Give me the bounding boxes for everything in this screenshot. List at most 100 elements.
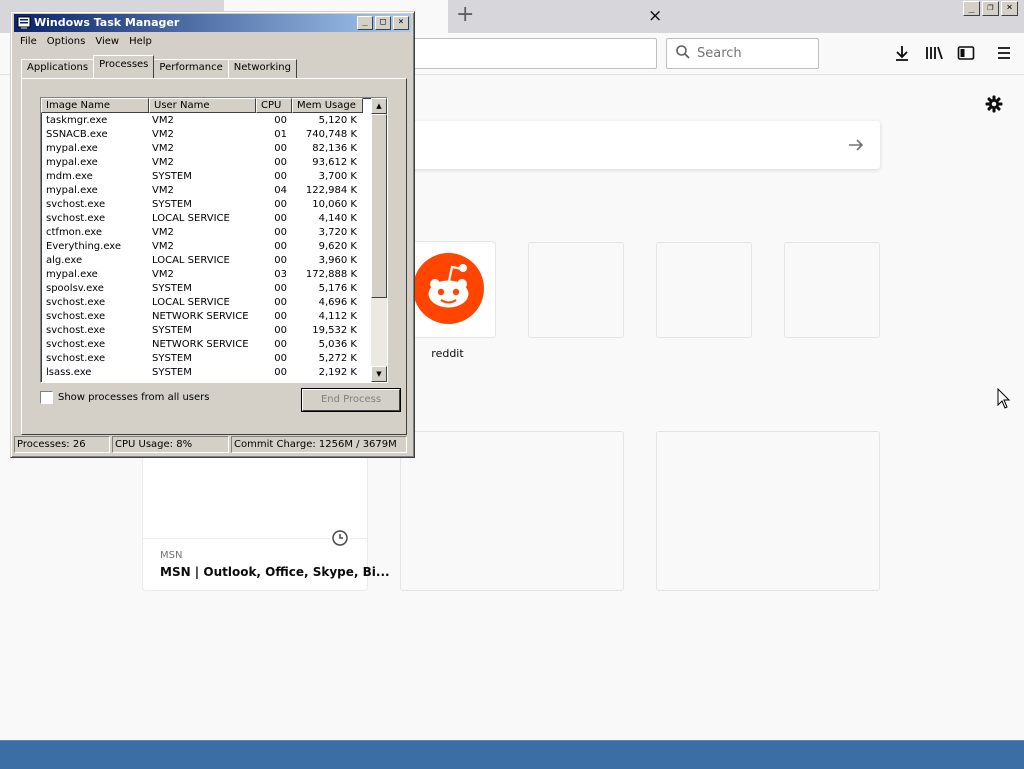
- table-row[interactable]: mypal.exe VM2 00 93,612 K: [41, 156, 363, 170]
- menu-file[interactable]: File: [15, 34, 42, 52]
- cell-cpu: 00: [274, 199, 287, 210]
- download-icon[interactable]: [892, 43, 912, 63]
- cell-mem-usage: 3,700 K: [318, 171, 357, 182]
- menu-options[interactable]: Options: [42, 34, 91, 52]
- tm-maximize-button[interactable]: □: [375, 16, 391, 30]
- table-row[interactable]: alg.exe LOCAL SERVICE 00 3,960 K: [41, 254, 363, 268]
- clock-icon: [330, 528, 350, 548]
- table-row[interactable]: mdm.exe SYSTEM 00 3,700 K: [41, 170, 363, 184]
- column-header-user-name[interactable]: User Name: [149, 98, 256, 113]
- table-row[interactable]: Everything.exe VM2 00 9,620 K: [41, 240, 363, 254]
- browser-window-controls: _ ❐ ×: [963, 1, 1018, 16]
- cell-user-name: SYSTEM: [152, 367, 192, 378]
- cell-cpu: 00: [274, 171, 287, 182]
- scrollbar-thumb[interactable]: [371, 114, 387, 298]
- table-row[interactable]: svchost.exe SYSTEM 00 19,532 K: [41, 324, 363, 338]
- cell-cpu: 04: [274, 185, 287, 196]
- cell-cpu: 00: [274, 353, 287, 364]
- cell-image-name: spoolsv.exe: [46, 283, 104, 294]
- cell-image-name: svchost.exe: [46, 311, 106, 322]
- library-icon[interactable]: [924, 43, 944, 63]
- new-tab-button[interactable]: +: [456, 4, 474, 26]
- newtab-search-box[interactable]: [380, 121, 880, 169]
- highlight-card-empty: [656, 431, 880, 591]
- tm-close-button[interactable]: ×: [393, 16, 409, 30]
- cell-mem-usage: 122,984 K: [305, 185, 357, 196]
- show-all-processes-option[interactable]: Show processes from all users: [40, 391, 209, 404]
- tab-performance[interactable]: Performance: [153, 59, 229, 78]
- cell-user-name: SYSTEM: [152, 353, 192, 364]
- cell-cpu: 00: [274, 115, 287, 126]
- cell-cpu: 01: [274, 129, 287, 140]
- window-title: Windows Task Manager: [34, 16, 180, 29]
- sidebar-icon[interactable]: [956, 43, 976, 63]
- table-row[interactable]: SSNACB.exe VM2 01 740,748 K: [41, 128, 363, 142]
- end-process-button[interactable]: End Process: [302, 389, 400, 411]
- tab-networking[interactable]: Networking: [227, 59, 297, 78]
- cell-image-name: mypal.exe: [46, 185, 98, 196]
- task-manager-titlebar[interactable]: Windows Task Manager _ □ ×: [14, 14, 411, 32]
- cell-image-name: Everything.exe: [46, 241, 122, 252]
- table-row[interactable]: svchost.exe SYSTEM 00 5,272 K: [41, 352, 363, 366]
- minimize-button[interactable]: _: [963, 1, 980, 16]
- table-row[interactable]: taskmgr.exe VM2 00 5,120 K: [41, 114, 363, 128]
- cell-user-name: VM2: [152, 115, 174, 126]
- table-row[interactable]: mypal.exe VM2 03 172,888 K: [41, 268, 363, 282]
- table-row[interactable]: lsass.exe SYSTEM 00 2,192 K: [41, 366, 363, 380]
- show-all-processes-checkbox[interactable]: [40, 391, 53, 404]
- cell-user-name: LOCAL SERVICE: [152, 213, 230, 224]
- table-row[interactable]: spoolsv.exe SYSTEM 00 5,176 K: [41, 282, 363, 296]
- restore-button[interactable]: ❐: [982, 1, 999, 16]
- cell-image-name: svchost.exe: [46, 199, 106, 210]
- table-row[interactable]: svchost.exe LOCAL SERVICE 00 4,140 K: [41, 212, 363, 226]
- column-header-cpu[interactable]: CPU: [256, 98, 292, 113]
- cell-image-name: mypal.exe: [46, 269, 98, 280]
- table-row[interactable]: ctfmon.exe VM2 00 3,720 K: [41, 226, 363, 240]
- tab-applications[interactable]: Applications: [21, 59, 95, 78]
- task-manager-window-controls: _ □ ×: [357, 16, 409, 30]
- table-row[interactable]: svchost.exe NETWORK SERVICE 00 5,036 K: [41, 338, 363, 352]
- url-bar[interactable]: [410, 38, 657, 69]
- table-row[interactable]: mypal.exe VM2 00 82,136 K: [41, 142, 363, 156]
- table-row[interactable]: svchost.exe NETWORK SERVICE 00 4,112 K: [41, 310, 363, 324]
- table-row[interactable]: svchost.exe SYSTEM 00 10,060 K: [41, 198, 363, 212]
- table-row[interactable]: svchost.exe LOCAL SERVICE 00 4,696 K: [41, 296, 363, 310]
- cell-user-name: NETWORK SERVICE: [152, 311, 249, 322]
- cell-user-name: VM2: [152, 143, 174, 154]
- menu-bar: File Options View Help: [15, 34, 157, 52]
- cell-cpu: 00: [274, 311, 287, 322]
- column-header-mem-usage[interactable]: Mem Usage: [292, 98, 363, 113]
- process-list[interactable]: Image Name User Name CPU Mem Usage taskm…: [40, 97, 388, 383]
- tab-close-icon[interactable]: ×: [648, 6, 662, 26]
- cell-user-name: SYSTEM: [152, 283, 192, 294]
- close-window-button[interactable]: ×: [1001, 1, 1018, 16]
- tab-processes[interactable]: Processes: [93, 55, 155, 78]
- column-header-image-name[interactable]: Image Name: [41, 98, 149, 113]
- cell-cpu: 00: [274, 283, 287, 294]
- cell-user-name: VM2: [152, 185, 174, 196]
- cell-mem-usage: 4,140 K: [318, 213, 357, 224]
- cell-image-name: svchost.exe: [46, 325, 106, 336]
- arrow-right-icon[interactable]: [846, 135, 866, 155]
- menu-view[interactable]: View: [90, 34, 124, 52]
- cell-user-name: SYSTEM: [152, 171, 192, 182]
- search-input[interactable]: Search: [666, 38, 819, 69]
- show-all-processes-label: Show processes from all users: [58, 392, 210, 403]
- scroll-down-icon[interactable]: ▼: [371, 366, 387, 382]
- cell-image-name: SSNACB.exe: [46, 129, 108, 140]
- table-row[interactable]: mypal.exe VM2 04 122,984 K: [41, 184, 363, 198]
- card-source: MSN: [160, 550, 183, 561]
- search-icon: [676, 45, 690, 59]
- task-manager-tabs: Applications Processes Performance Netwo…: [21, 55, 297, 78]
- gear-icon[interactable]: [984, 94, 1004, 114]
- cell-mem-usage: 2,192 K: [318, 367, 357, 378]
- cell-mem-usage: 5,120 K: [318, 115, 357, 126]
- tm-minimize-button[interactable]: _: [357, 16, 373, 30]
- process-rows: taskmgr.exe VM2 00 5,120 K SSNACB.exe VM2 01 74…: [41, 114, 363, 380]
- menu-help[interactable]: Help: [124, 34, 157, 52]
- process-list-scrollbar[interactable]: ▲ ▼: [371, 98, 387, 382]
- menu-icon[interactable]: [994, 43, 1014, 63]
- scroll-up-icon[interactable]: ▲: [371, 98, 387, 114]
- cell-mem-usage: 82,136 K: [312, 143, 357, 154]
- task-manager-icon: [17, 16, 31, 29]
